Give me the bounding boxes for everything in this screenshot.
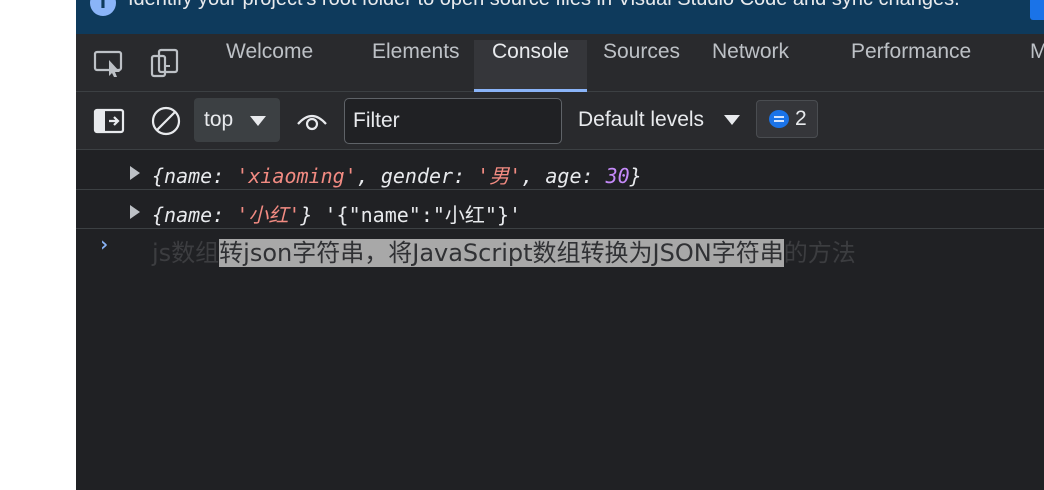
context-selector[interactable]: top xyxy=(194,98,280,142)
log-token: { xyxy=(152,203,165,227)
console-log-row: {name: 'xiaoming', gender: '男', age: 30} xyxy=(76,152,1044,190)
log-levels-label: Default levels xyxy=(578,108,705,131)
log-token: name xyxy=(164,164,213,188)
log-token: '小红' xyxy=(236,203,301,227)
info-banner: i Identify your project's root folder to… xyxy=(76,0,1044,34)
tab-more[interactable]: M xyxy=(1012,40,1044,92)
issues-count: 2 xyxy=(795,107,807,130)
filter-input[interactable] xyxy=(345,99,561,143)
caption-overlay: js数组转json字符串，将JavaScript数组转换为JSON字符串的方法 xyxy=(152,236,856,272)
inspect-element-icon[interactable] xyxy=(92,48,126,78)
log-token: 'xiaoming' xyxy=(236,164,357,188)
filter-field[interactable] xyxy=(344,98,562,144)
log-token: } xyxy=(629,164,642,188)
log-token: : xyxy=(212,203,237,227)
log-token: '男' xyxy=(477,164,522,188)
tab-performance[interactable]: Performance xyxy=(833,40,989,92)
chevron-down-icon xyxy=(724,115,740,125)
log-token: : xyxy=(453,164,478,188)
log-token: '{"name":"小红"}' xyxy=(324,203,522,227)
toggle-sidebar-icon[interactable] xyxy=(92,104,128,138)
tab-network[interactable]: Network xyxy=(694,40,807,92)
caption-pre: js数组 xyxy=(152,239,220,267)
message-bubble-icon xyxy=(769,110,789,128)
log-token: { xyxy=(152,164,165,188)
log-message: {name: '小红'} '{"name":"小红"}' xyxy=(152,199,521,228)
log-levels-dropdown[interactable]: Default levels xyxy=(578,98,746,142)
log-token: name xyxy=(164,203,213,227)
log-token: gender xyxy=(380,164,454,188)
log-token: } xyxy=(300,203,325,227)
device-emulation-icon[interactable] xyxy=(148,48,182,78)
tab-elements[interactable]: Elements xyxy=(354,40,478,92)
log-message: {name: 'xiaoming', gender: '男', age: 30} xyxy=(152,160,642,189)
clear-console-icon[interactable] xyxy=(148,104,184,138)
tab-console[interactable]: Console xyxy=(474,40,588,92)
console-log-row: {name: '小红'} '{"name":"小红"}' xyxy=(76,191,1044,229)
tab-welcome[interactable]: Welcome xyxy=(208,40,331,92)
console-prompt-icon[interactable]: › xyxy=(98,232,110,256)
info-icon: i xyxy=(90,0,116,16)
log-token: , xyxy=(356,164,381,188)
log-token: , xyxy=(521,164,546,188)
tab-sources[interactable]: Sources xyxy=(585,40,698,92)
live-expression-eye-icon[interactable] xyxy=(294,104,330,138)
log-token: 30 xyxy=(605,164,630,188)
expand-triangle-icon[interactable] xyxy=(130,205,140,219)
log-token: : xyxy=(581,164,606,188)
console-toolbar: top Default levels 2 xyxy=(76,92,1044,150)
log-token: : xyxy=(212,164,237,188)
caption-highlight: 转json字符串，将JavaScript数组转换为JSON字符串 xyxy=(219,239,784,267)
banner-action-button[interactable] xyxy=(1030,0,1044,20)
devtools-tab-bar: Welcome Elements Console Sources Network… xyxy=(76,34,1044,92)
expand-triangle-icon[interactable] xyxy=(130,166,140,180)
issues-counter-button[interactable]: 2 xyxy=(756,100,818,138)
banner-text: Identify your project's root folder to o… xyxy=(128,0,960,11)
context-value: top xyxy=(204,108,234,131)
log-token: age xyxy=(545,164,582,188)
caption-post: 的方法 xyxy=(783,239,856,267)
chevron-down-icon xyxy=(250,116,266,126)
